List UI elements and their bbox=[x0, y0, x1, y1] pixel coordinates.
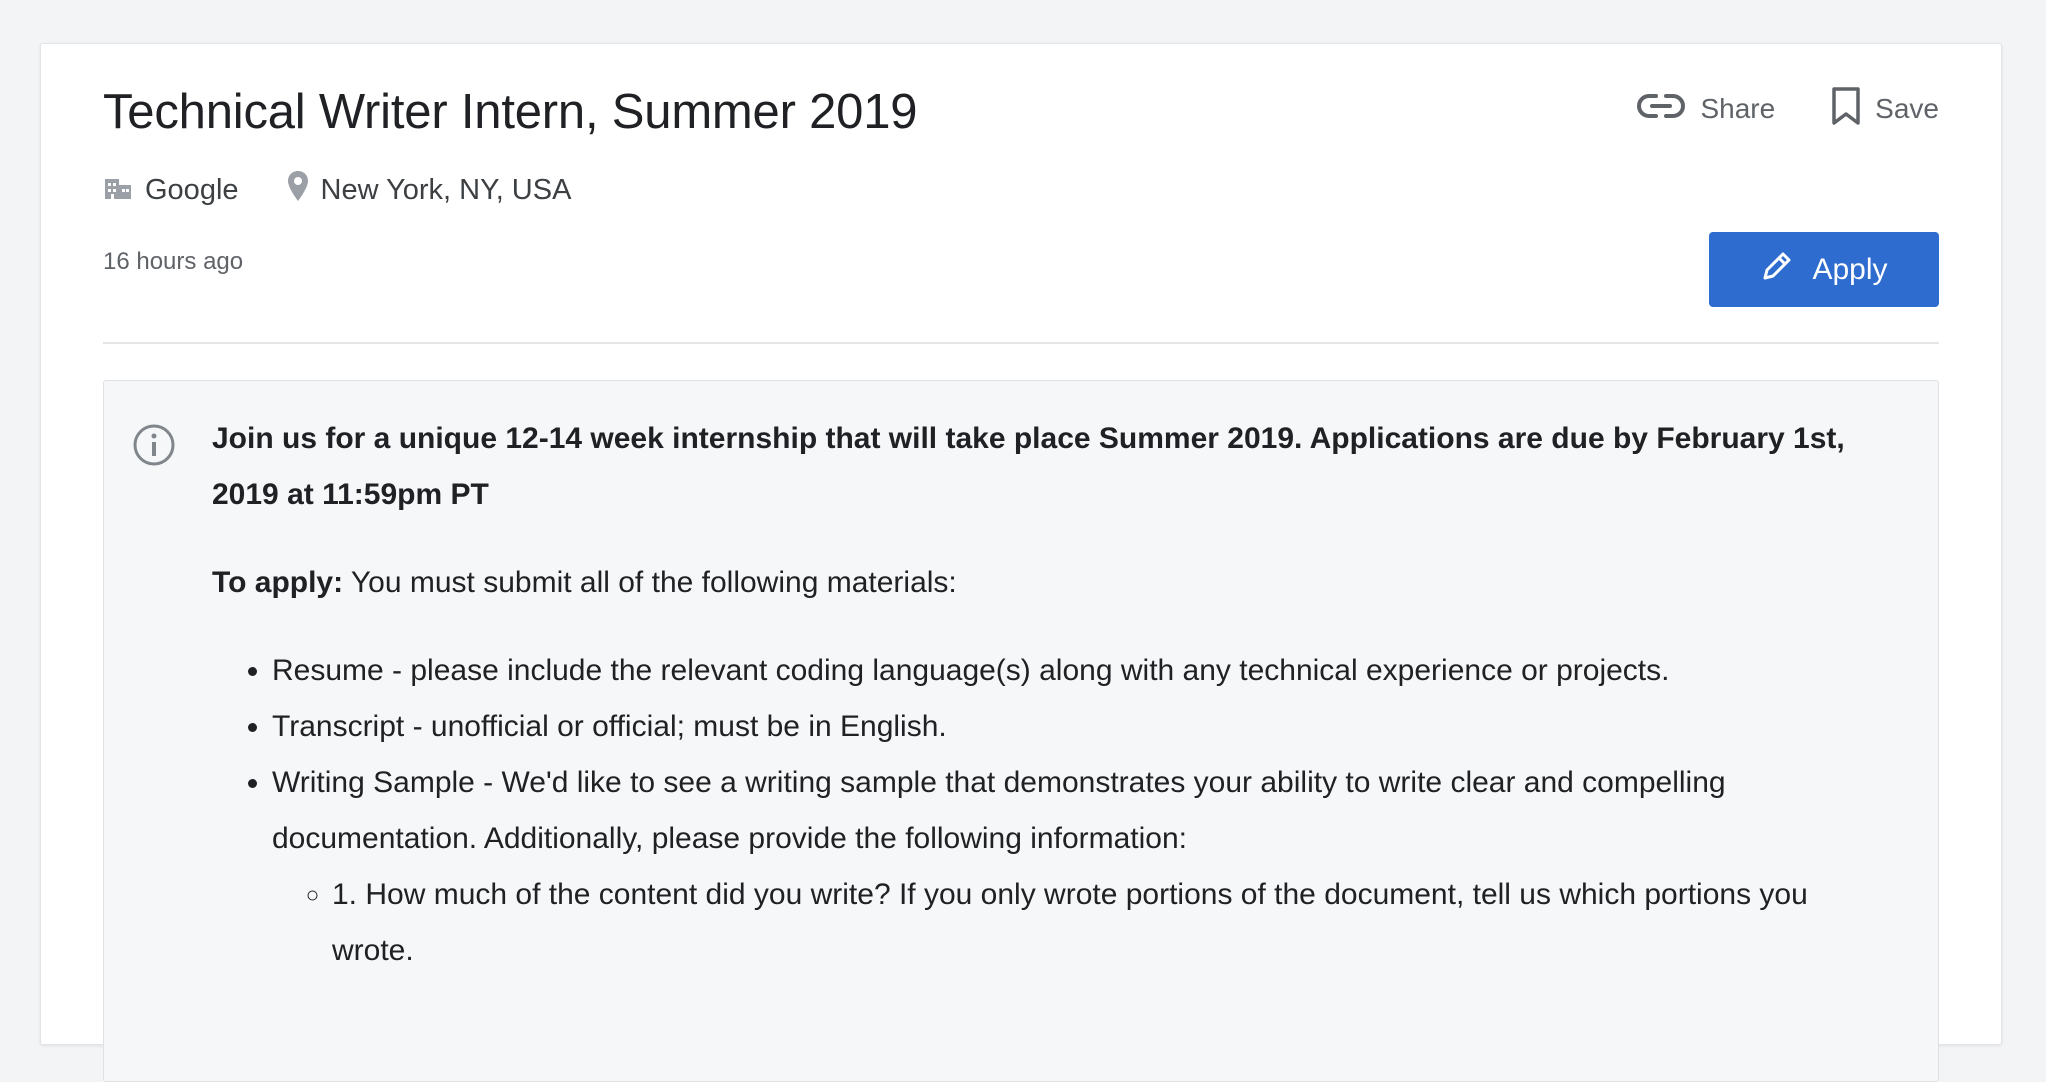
notice-lead: Join us for a unique 12-14 week internsh… bbox=[212, 422, 1845, 511]
list-item-text: Writing Sample - We'd like to see a writ… bbox=[272, 766, 1726, 855]
to-apply-text: You must submit all of the following mat… bbox=[343, 566, 957, 599]
notice-body: Join us for a unique 12-14 week internsh… bbox=[212, 411, 1868, 979]
sub-list-item: 1. How much of the content did you write… bbox=[332, 867, 1868, 979]
save-button[interactable]: Save bbox=[1831, 86, 1939, 131]
info-notice: Join us for a unique 12-14 week internsh… bbox=[103, 380, 1939, 1082]
to-apply-paragraph: To apply: You must submit all of the fol… bbox=[212, 555, 1868, 611]
building-icon bbox=[103, 171, 145, 209]
sub-requirements-list: 1. How much of the content did you write… bbox=[272, 867, 1868, 979]
company-info: Google bbox=[103, 171, 239, 209]
posted-time: 16 hours ago bbox=[103, 248, 244, 275]
apply-button[interactable]: Apply bbox=[1709, 232, 1939, 307]
link-icon bbox=[1636, 92, 1686, 125]
location-name: New York, NY, USA bbox=[320, 173, 572, 206]
to-apply-label: To apply: bbox=[212, 566, 344, 599]
info-icon bbox=[132, 423, 176, 472]
job-title: Technical Writer Intern, Summer 2019 bbox=[103, 85, 918, 139]
location-pin-icon bbox=[287, 170, 321, 210]
bookmark-icon bbox=[1831, 86, 1861, 131]
header-divider bbox=[103, 342, 1939, 344]
apply-label: Apply bbox=[1812, 252, 1888, 286]
save-label: Save bbox=[1875, 92, 1939, 124]
list-item: Transcript - unofficial or official; mus… bbox=[272, 699, 1868, 755]
job-details-card: Technical Writer Intern, Summer 2019 Sha… bbox=[40, 43, 2002, 1082]
location-info: New York, NY, USA bbox=[287, 170, 572, 210]
list-item: Writing Sample - We'd like to see a writ… bbox=[272, 755, 1868, 979]
job-meta: Google New York, NY, USA bbox=[103, 170, 571, 210]
requirements-list: Resume - please include the relevant cod… bbox=[212, 643, 1868, 979]
list-item: Resume - please include the relevant cod… bbox=[272, 643, 1868, 699]
job-actions: Share Save bbox=[1636, 86, 1939, 131]
share-label: Share bbox=[1700, 92, 1776, 124]
share-button[interactable]: Share bbox=[1636, 92, 1775, 125]
company-name: Google bbox=[145, 173, 239, 206]
pencil-icon bbox=[1760, 249, 1812, 291]
